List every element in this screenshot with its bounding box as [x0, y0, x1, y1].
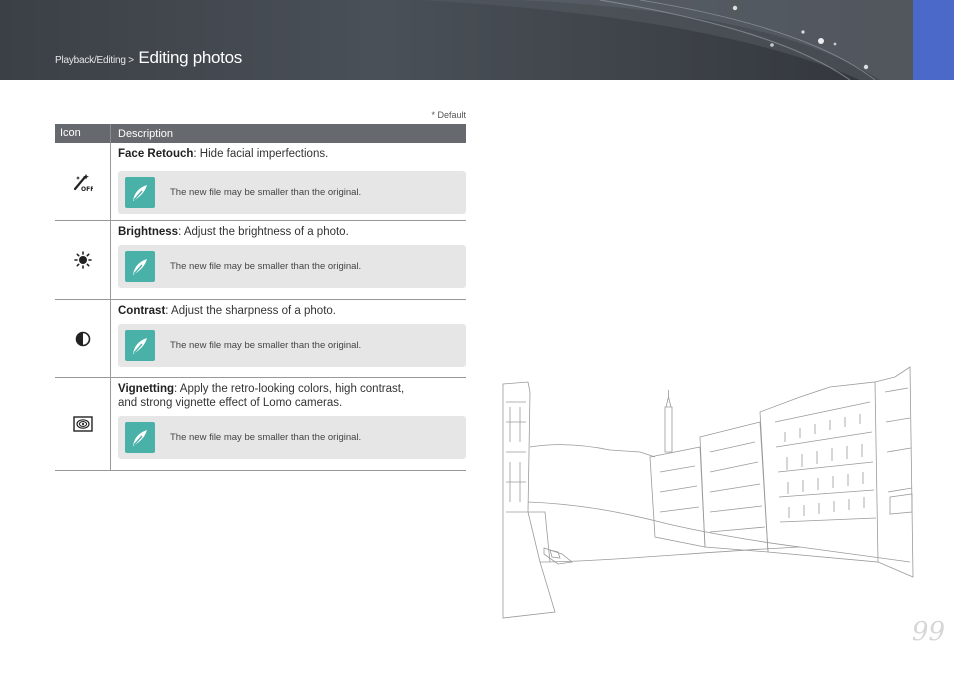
description-cell: Face Retouch: Hide facial imperfections.… — [111, 143, 466, 220]
face-retouch-off-icon: OFF — [73, 173, 93, 192]
term-contrast: Contrast — [118, 305, 166, 317]
description-cell: Brightness: Adjust the brightness of a p… — [111, 221, 466, 299]
description-contrast: : Adjust the sharpness of a photo. — [165, 305, 336, 317]
pen-note-icon — [133, 429, 147, 446]
city-canal-illustration — [502, 366, 914, 619]
page-title: Editing photos — [138, 48, 242, 67]
table-row: Vignetting: Apply the retro-looking colo… — [55, 378, 466, 471]
term-face-retouch: Face Retouch — [118, 148, 194, 160]
page-header: Playback/Editing > Editing photos — [0, 0, 954, 80]
svg-text:OFF: OFF — [81, 186, 93, 192]
icon-cell: OFF — [55, 143, 111, 220]
description-cell: Contrast: Adjust the sharpness of a phot… — [111, 300, 466, 377]
term-brightness: Brightness — [118, 226, 179, 238]
note-box: The new file may be smaller than the ori… — [118, 324, 466, 367]
icon-cell — [55, 378, 111, 470]
table-row: Contrast: Adjust the sharpness of a phot… — [55, 300, 466, 378]
note-text: The new file may be smaller than the ori… — [170, 340, 362, 351]
page-number: 99 — [911, 617, 945, 647]
table-row: Brightness: Adjust the brightness of a p… — [55, 221, 466, 300]
header-accent — [913, 0, 954, 80]
default-note: * Default — [431, 110, 466, 120]
table-header: Icon Description — [55, 124, 466, 143]
vignetting-icon — [72, 416, 93, 432]
breadcrumb-prefix: Playback/Editing > — [55, 55, 134, 66]
brightness-icon — [73, 251, 92, 269]
header-decoration — [420, 0, 913, 80]
pen-note-icon — [133, 184, 147, 201]
note-box: The new file may be smaller than the ori… — [118, 416, 466, 459]
pen-note-icon — [133, 258, 147, 275]
description-face-retouch: : Hide facial imperfections. — [193, 148, 329, 160]
description-brightness: : Adjust the brightness of a photo. — [178, 226, 349, 238]
description-cell: Vignetting: Apply the retro-looking colo… — [111, 378, 466, 470]
term-vignetting: Vignetting — [118, 383, 175, 395]
column-header-description: Description — [118, 127, 174, 140]
note-text: The new file may be smaller than the ori… — [170, 187, 362, 198]
note-text: The new file may be smaller than the ori… — [170, 261, 362, 272]
note-text: The new file may be smaller than the ori… — [170, 432, 362, 443]
pen-note-icon — [133, 337, 147, 354]
effects-table: Icon Description OFF Face Retouch: Hide … — [55, 124, 466, 471]
breadcrumb: Playback/Editing > Editing photos — [55, 48, 242, 68]
icon-cell — [55, 221, 111, 299]
contrast-icon — [75, 331, 90, 346]
icon-cell — [55, 300, 111, 377]
note-box: The new file may be smaller than the ori… — [118, 245, 466, 288]
table-row: OFF Face Retouch: Hide facial imperfecti… — [55, 143, 466, 221]
column-header-icon: Icon — [55, 124, 111, 143]
note-box: The new file may be smaller than the ori… — [118, 171, 466, 214]
